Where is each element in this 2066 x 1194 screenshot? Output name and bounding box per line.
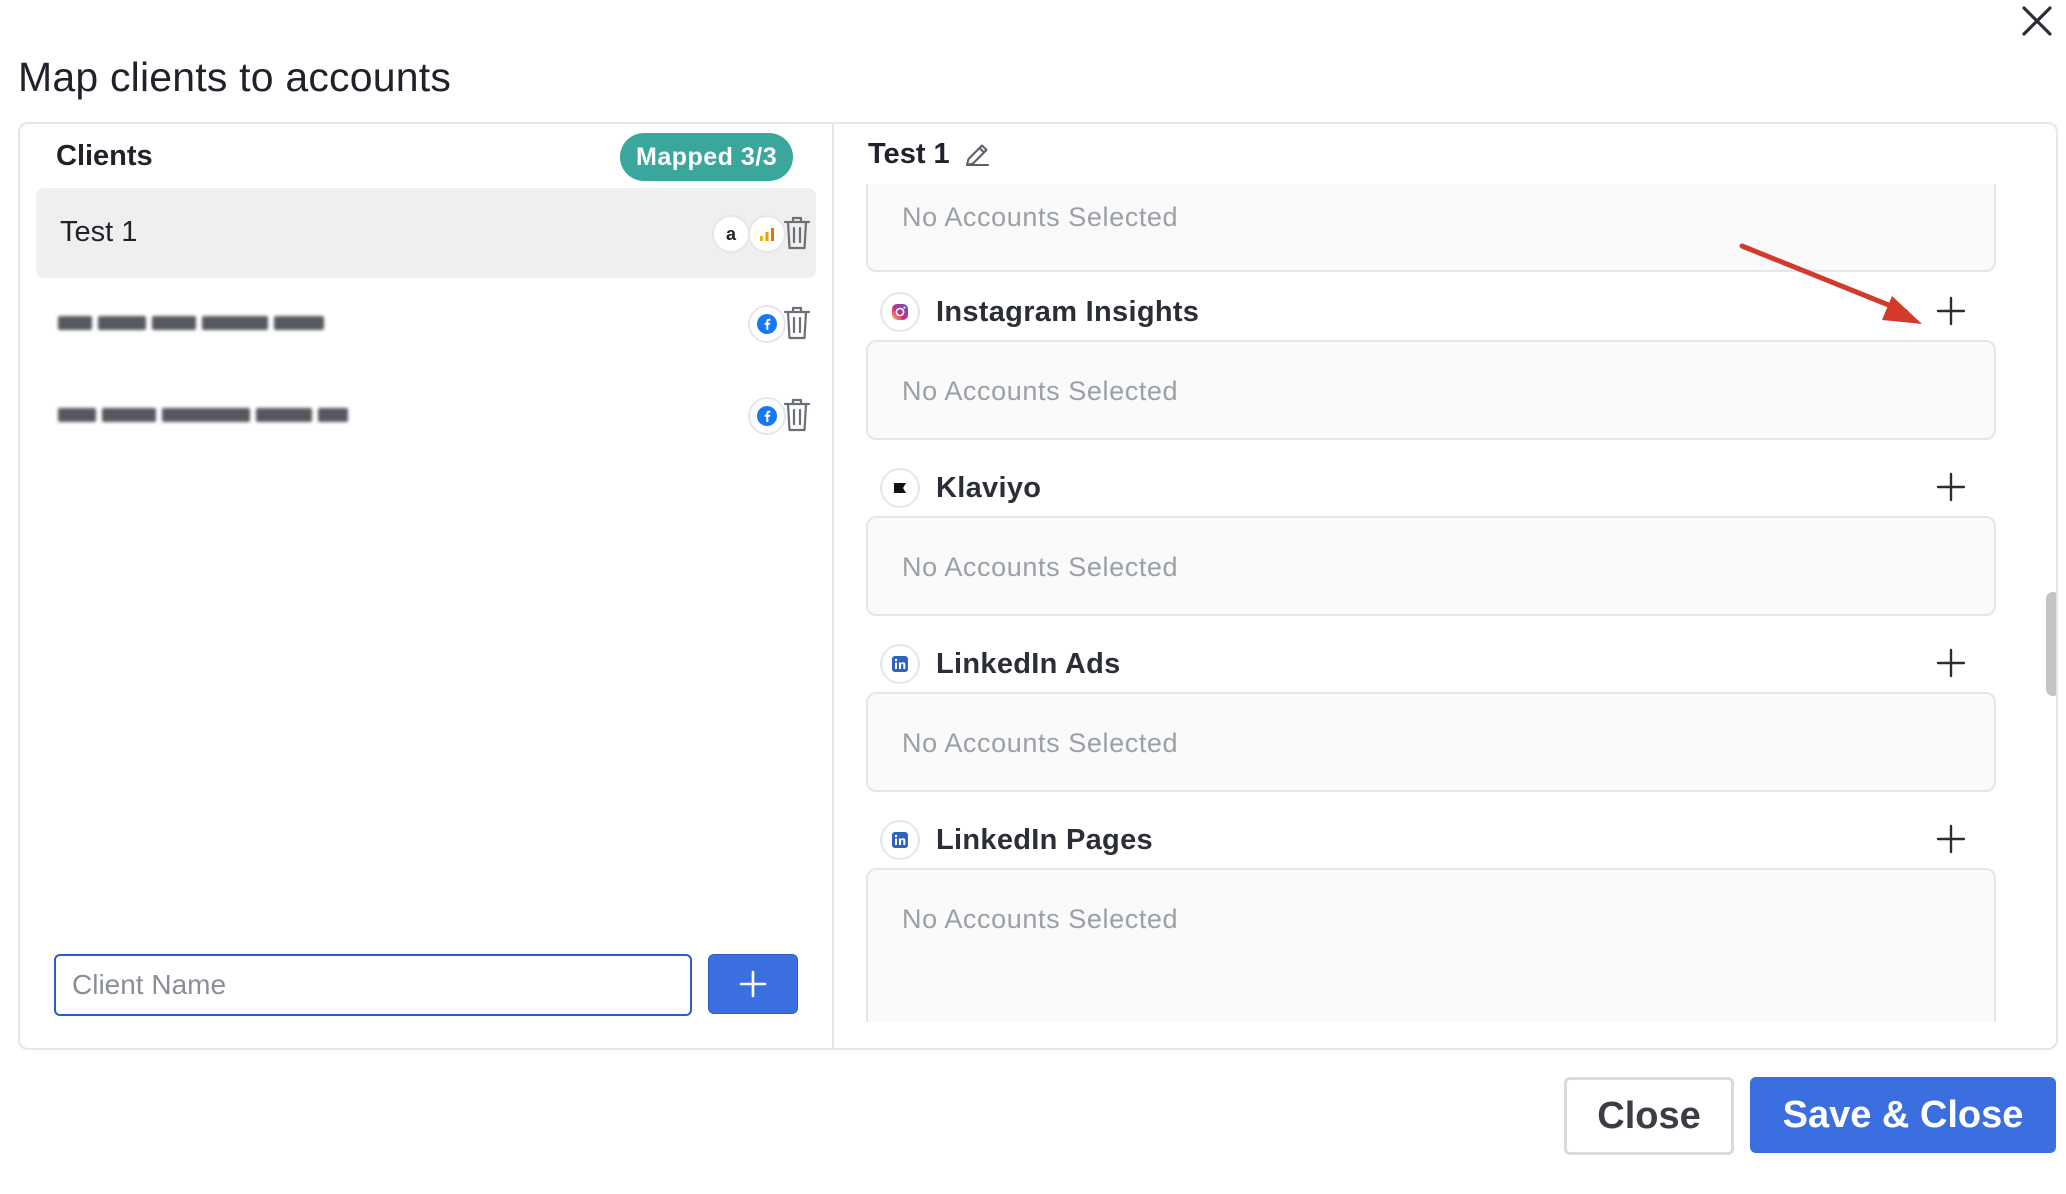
instagram-icon	[880, 292, 920, 332]
delete-client-icon[interactable]	[782, 305, 812, 341]
delete-client-icon[interactable]	[782, 397, 812, 433]
delete-client-icon[interactable]	[782, 215, 812, 251]
no-accounts-text: No Accounts Selected	[902, 202, 1179, 232]
amazon-icon: a	[712, 215, 750, 253]
accounts-box[interactable]: No Accounts Selected	[866, 692, 1996, 792]
section-title: Instagram Insights	[936, 296, 1200, 328]
plus-icon	[1936, 648, 1966, 678]
section-klaviyo: Klaviyo	[866, 458, 1996, 518]
add-account-button[interactable]	[1934, 470, 1968, 504]
add-client-button[interactable]	[708, 954, 798, 1014]
plus-icon	[1936, 296, 1966, 326]
section-linkedin-pages: LinkedIn Pages	[866, 810, 1996, 870]
section-title: Klaviyo	[936, 472, 1042, 504]
client-detail-header: Test 1	[868, 138, 992, 171]
client-detail-title: Test 1	[868, 138, 950, 170]
client-name-input[interactable]	[54, 954, 692, 1016]
save-and-close-button[interactable]: Save & Close	[1750, 1077, 2056, 1153]
accounts-box[interactable]: No Accounts Selected	[866, 868, 1996, 1022]
client-row[interactable]	[36, 278, 816, 368]
add-account-button[interactable]	[1934, 294, 1968, 328]
mapped-status-badge: Mapped 3/3	[620, 133, 794, 181]
client-name: Test 1	[60, 216, 138, 248]
clients-panel: Clients Mapped 3/3 Test 1 a	[20, 124, 834, 1048]
section-title: LinkedIn Pages	[936, 824, 1153, 856]
google-analytics-icon	[748, 215, 786, 253]
close-button[interactable]: Close	[1564, 1077, 1734, 1155]
client-row-test-1[interactable]: Test 1 a	[36, 188, 816, 278]
add-account-button[interactable]	[1934, 646, 1968, 680]
plus-icon	[1936, 472, 1966, 502]
client-row[interactable]	[36, 370, 816, 460]
no-accounts-text: No Accounts Selected	[902, 728, 1179, 758]
pencil-edit-icon[interactable]	[962, 140, 992, 170]
close-dialog-icon[interactable]	[2016, 0, 2058, 42]
plus-icon	[739, 970, 767, 998]
linkedin-icon	[880, 820, 920, 860]
accounts-box[interactable]: No Accounts Selected	[866, 340, 1996, 440]
klaviyo-icon	[880, 468, 920, 508]
section-instagram-insights: Instagram Insights	[866, 282, 1996, 342]
clients-header: Clients	[56, 140, 153, 172]
vertical-scrollbar-thumb[interactable]	[2046, 592, 2056, 696]
section-title: LinkedIn Ads	[936, 648, 1121, 680]
client-detail-panel: Test 1 No Accounts Selected Instagram In…	[836, 124, 2056, 1048]
no-accounts-text: No Accounts Selected	[902, 552, 1179, 582]
no-accounts-text: No Accounts Selected	[902, 904, 1179, 934]
no-accounts-text: No Accounts Selected	[902, 376, 1179, 406]
facebook-icon	[748, 397, 786, 435]
accounts-box[interactable]: No Accounts Selected	[866, 184, 1996, 272]
section-linkedin-ads: LinkedIn Ads	[866, 634, 1996, 694]
add-account-button[interactable]	[1934, 822, 1968, 856]
mapping-panel: Clients Mapped 3/3 Test 1 a Client Name …	[18, 122, 2058, 1050]
facebook-icon	[748, 305, 786, 343]
accounts-box[interactable]: No Accounts Selected	[866, 516, 1996, 616]
blurred-client-name	[58, 404, 348, 426]
plus-icon	[1936, 824, 1966, 854]
dialog-title: Map clients to accounts	[18, 54, 452, 100]
accounts-scroll-area[interactable]: No Accounts Selected Instagram Insights …	[836, 184, 2056, 1022]
blurred-client-name	[58, 312, 324, 334]
linkedin-icon	[880, 644, 920, 684]
